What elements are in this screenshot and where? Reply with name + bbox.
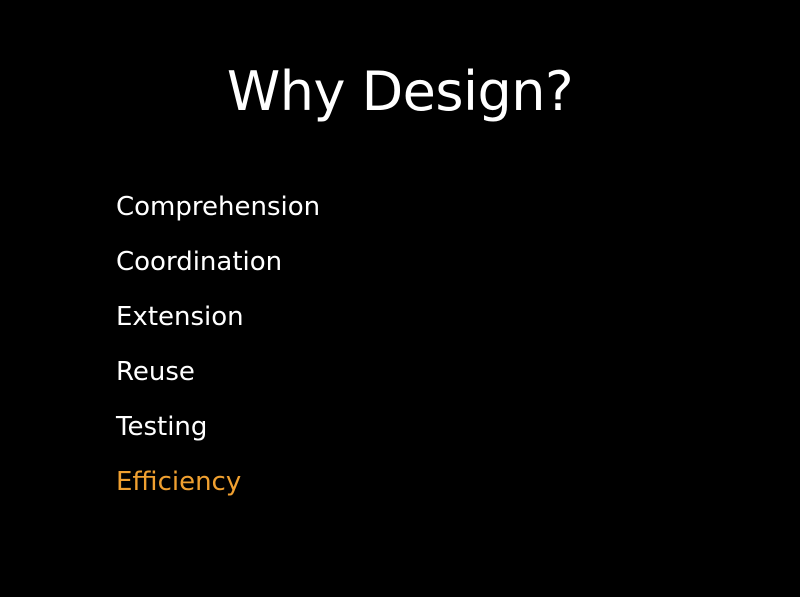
slide-title: Why Design? [226, 60, 574, 123]
list-item-efficiency: Efficiency [116, 467, 242, 497]
list-item-extension: Extension [116, 302, 244, 332]
list-item-coordination: Coordination [116, 247, 283, 277]
list-item-reuse: Reuse [116, 357, 195, 387]
list-item-testing: Testing [116, 412, 208, 442]
list-item-comprehension: Comprehension [116, 192, 321, 222]
bullet-list: Comprehension Coordination Extension Reu… [116, 182, 320, 512]
slide: Why Design? Comprehension Coordination E… [0, 0, 800, 597]
